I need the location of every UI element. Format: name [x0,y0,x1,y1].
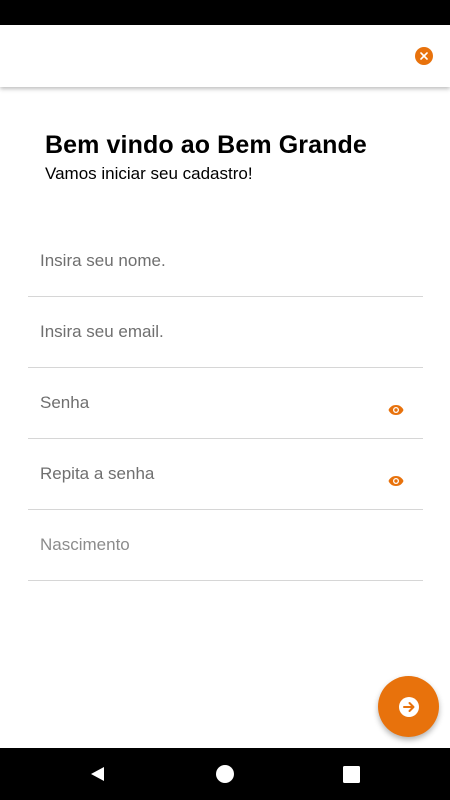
triangle-back-icon [91,767,104,781]
eye-icon [388,405,404,415]
email-field [28,297,423,368]
password-input[interactable] [40,368,380,438]
password-confirm-field [28,439,423,510]
email-input[interactable] [40,297,380,367]
eye-icon [388,476,404,486]
nav-back-button[interactable] [88,764,108,784]
close-icon [420,52,428,60]
birthdate-field [28,510,423,581]
system-navigation-bar [0,748,450,800]
nav-home-button[interactable] [215,764,235,784]
circle-home-icon [216,765,234,783]
nav-recents-button[interactable] [341,764,361,784]
square-recents-icon [342,765,360,783]
password-confirm-input[interactable] [40,439,380,509]
close-button[interactable] [415,47,433,65]
name-field [28,226,423,297]
app-bar [0,25,450,87]
password-field [28,368,423,439]
password-visibility-toggle[interactable] [386,403,406,417]
birthdate-input[interactable] [40,510,380,580]
page-title: Bem vindo ao Bem Grande [45,131,367,159]
name-input[interactable] [40,226,380,296]
status-bar [0,0,450,25]
arrow-right-icon [398,696,419,717]
next-button[interactable] [378,676,439,737]
page-subtitle: Vamos iniciar seu cadastro! [45,164,253,183]
password-confirm-visibility-toggle[interactable] [386,474,406,488]
